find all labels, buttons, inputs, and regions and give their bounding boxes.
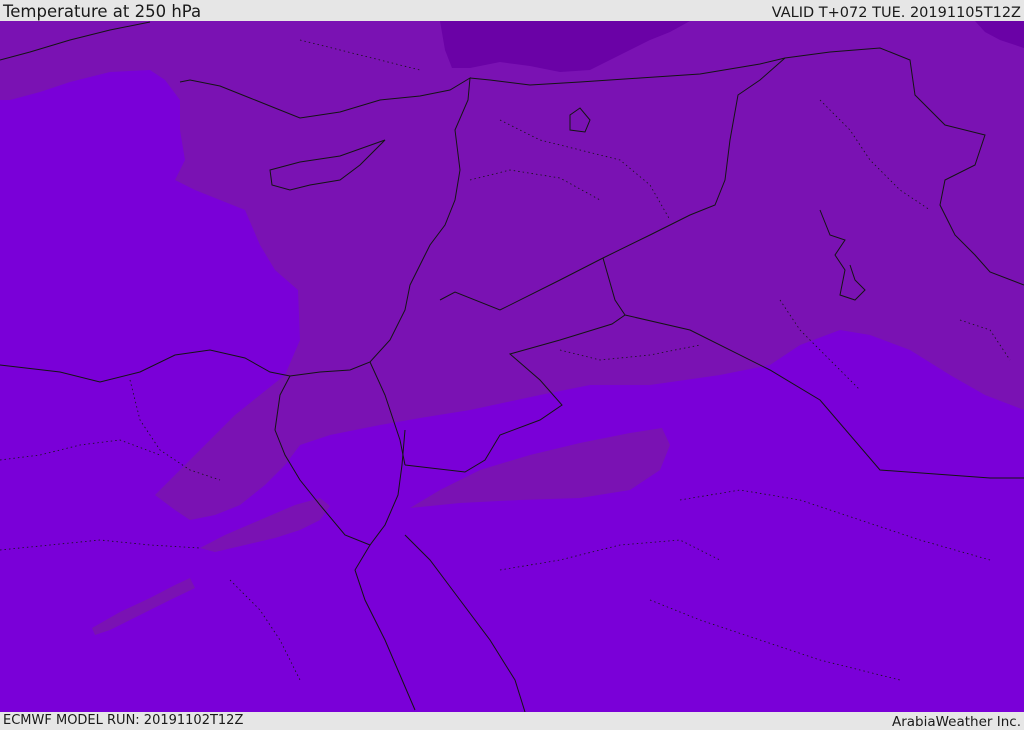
footer-bar: ECMWF MODEL RUN: 20191102T12Z ArabiaWeat…	[0, 712, 1024, 730]
credit-label: ArabiaWeather Inc.	[891, 714, 1021, 730]
model-run-label: ECMWF MODEL RUN: 20191102T12Z	[3, 713, 244, 728]
header-bar: Temperature at 250 hPa VALID T+072 TUE. …	[0, 0, 1024, 21]
temperature-map-svg	[0, 21, 1024, 712]
valid-time-label: VALID T+072 TUE. 20191105T12Z	[771, 5, 1021, 21]
map-canvas	[0, 21, 1024, 712]
map-title: Temperature at 250 hPa	[3, 2, 202, 21]
